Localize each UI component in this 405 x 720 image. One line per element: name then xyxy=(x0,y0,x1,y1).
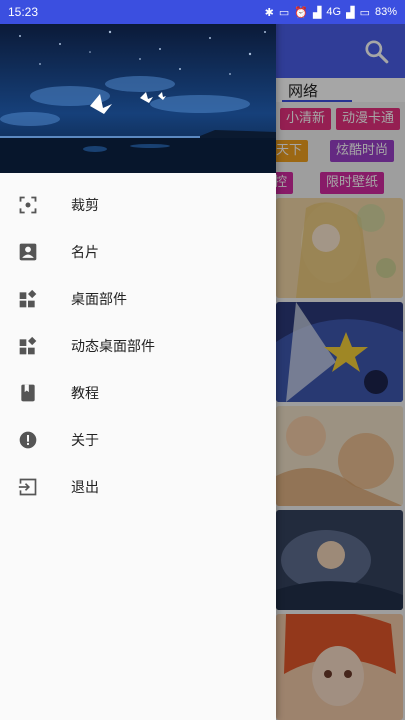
status-icons: ✱ ▭ ⏰ ▟ 4G ▟ ▭ 83% xyxy=(265,6,397,19)
menu-item-label: 退出 xyxy=(71,479,99,496)
drawer-header-image xyxy=(0,24,276,173)
menu-item-about[interactable]: 关于 xyxy=(0,416,276,463)
book-icon xyxy=(16,381,40,405)
menu-item-label: 动态桌面部件 xyxy=(71,338,155,355)
battery-icon: ▭ xyxy=(359,6,370,19)
menu-item-label: 教程 xyxy=(71,385,99,402)
status-time: 15:23 xyxy=(8,5,39,19)
widgets-icon xyxy=(16,334,40,358)
alarm-icon: ⏰ xyxy=(294,6,308,19)
signal-icon: ▟ xyxy=(312,6,322,19)
crop-icon xyxy=(16,193,40,217)
menu-item-crop[interactable]: 裁剪 xyxy=(0,181,276,228)
contact-card-icon xyxy=(16,240,40,264)
menu-item-label: 裁剪 xyxy=(71,197,99,214)
navigation-drawer: 裁剪 名片 桌面部件 动态桌面部件 教程 关于 退出 xyxy=(0,0,276,720)
signal-icon-2: ▟ xyxy=(346,6,355,19)
menu-item-widgets[interactable]: 桌面部件 xyxy=(0,275,276,322)
menu-item-exit[interactable]: 退出 xyxy=(0,463,276,510)
drawer-menu: 裁剪 名片 桌面部件 动态桌面部件 教程 关于 退出 xyxy=(0,181,276,510)
network-type: 4G xyxy=(326,6,342,18)
bluetooth-icon: ✱ xyxy=(264,6,274,19)
menu-item-contact-card[interactable]: 名片 xyxy=(0,228,276,275)
menu-item-label: 名片 xyxy=(71,244,99,261)
exit-icon xyxy=(16,475,40,499)
widgets-icon xyxy=(16,287,40,311)
battery-percent: 83% xyxy=(374,6,397,18)
vibrate-icon: ▭ xyxy=(278,6,290,19)
info-icon xyxy=(16,428,40,452)
status-bar: 15:23 ✱ ▭ ⏰ ▟ 4G ▟ ▭ 83% xyxy=(0,0,405,24)
menu-item-label: 关于 xyxy=(71,432,99,449)
menu-item-label: 桌面部件 xyxy=(71,291,127,308)
menu-item-tutorial[interactable]: 教程 xyxy=(0,369,276,416)
menu-item-live-widgets[interactable]: 动态桌面部件 xyxy=(0,322,276,369)
